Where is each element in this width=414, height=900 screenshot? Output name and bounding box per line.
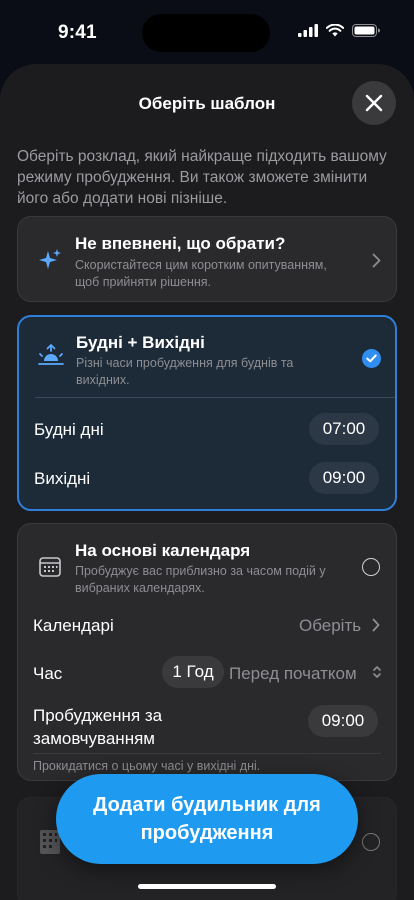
- quiz-card-title: Не впевнені, що обрати?: [75, 234, 286, 253]
- calendar-card-subtitle: Пробуджує вас приблизно за часом подій у…: [75, 564, 326, 595]
- card-divider: [35, 397, 395, 398]
- calendars-label: Календарі: [33, 616, 114, 635]
- dynamic-island: [142, 14, 270, 52]
- weekdays-time-button[interactable]: 07:00: [309, 413, 379, 445]
- weekend-label: Вихідні: [34, 469, 91, 488]
- calendars-select[interactable]: Оберіть: [299, 616, 361, 636]
- chevron-right-icon: [372, 618, 380, 632]
- weekend-time-button[interactable]: 09:00: [309, 462, 379, 494]
- time-relation-select[interactable]: Перед початком: [229, 664, 357, 684]
- time-offset-button[interactable]: 1 Год: [162, 656, 224, 688]
- sparkles-icon: [36, 246, 64, 274]
- close-button[interactable]: [352, 81, 396, 125]
- close-icon: [365, 94, 383, 112]
- status-time: 9:41: [58, 22, 97, 43]
- calendar-card-title: На основі календаря: [75, 541, 251, 560]
- calendar-radio[interactable]: [362, 558, 380, 576]
- chevron-up-down-icon: [373, 666, 381, 678]
- intro-text: Оберіть розклад, який найкраще підходить…: [17, 148, 387, 207]
- chevron-right-icon: [372, 253, 381, 268]
- status-bar: 9:41: [0, 0, 414, 64]
- quiz-card-subtitle: Скористайтеся цим коротким опитуванням, …: [75, 258, 327, 289]
- quiz-card[interactable]: Не впевнені, що обрати? Скористайтеся ци…: [17, 216, 397, 302]
- card-divider: [33, 753, 381, 754]
- calendar-icon: [36, 553, 64, 581]
- add-alarm-button[interactable]: Додати будильник для пробудження: [56, 774, 358, 864]
- weekday-weekend-card[interactable]: Будні + Вихідні Різні часи пробудження д…: [17, 315, 397, 511]
- status-icons: [298, 24, 380, 37]
- default-wake-label-line-1: Пробудження за: [33, 706, 163, 725]
- default-wake-note: Прокидатися о цьому часі у вихідні дні.: [33, 759, 261, 773]
- default-wake-label-line-2: замовчуванням: [33, 729, 155, 748]
- time-label: Час: [33, 664, 63, 683]
- home-indicator: [138, 884, 276, 889]
- weekday-card-title: Будні + Вихідні: [76, 333, 205, 352]
- calendar-based-card[interactable]: На основі календаря Пробуджує вас прибли…: [17, 523, 397, 781]
- default-wake-time-button[interactable]: 09:00: [308, 705, 378, 737]
- wifi-icon: [326, 24, 344, 37]
- sunrise-icon: [37, 342, 65, 370]
- default-wake-label: Пробудження за замовчуванням: [33, 704, 162, 750]
- weekday-card-subtitle: Різні часи пробудження для буднів та вих…: [76, 356, 294, 387]
- cellular-signal-icon: [298, 24, 318, 37]
- battery-icon: [352, 24, 380, 37]
- hidden-card-radio[interactable]: [362, 833, 380, 851]
- selected-checkmark-icon[interactable]: [362, 349, 381, 368]
- weekdays-label: Будні дні: [34, 420, 104, 439]
